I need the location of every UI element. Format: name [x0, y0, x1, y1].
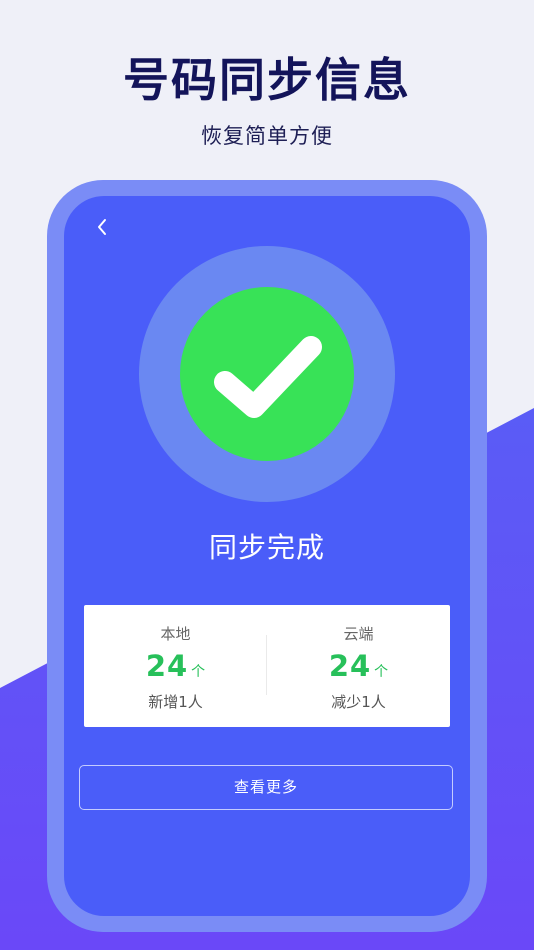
view-more-button[interactable]: 查看更多 — [79, 765, 453, 810]
phone-mockup: 同步完成 本地 24 个 新增1人 云端 24 个 减少1人 查看更多 — [47, 180, 487, 932]
stat-cloud-change: 减少1人 — [331, 693, 386, 711]
check-icon — [214, 336, 322, 418]
stats-card: 本地 24 个 新增1人 云端 24 个 减少1人 — [84, 605, 450, 727]
back-button[interactable] — [90, 216, 114, 242]
stat-cloud-value-row: 24 个 — [267, 649, 450, 683]
stat-local-change: 新增1人 — [148, 693, 203, 711]
stat-local-unit: 个 — [191, 664, 206, 680]
hero-title: 号码同步信息 — [123, 53, 411, 107]
stat-cloud: 云端 24 个 减少1人 — [267, 605, 450, 727]
stat-local-label: 本地 — [160, 625, 191, 643]
phone-screen: 同步完成 本地 24 个 新增1人 云端 24 个 减少1人 查看更多 — [64, 196, 470, 916]
stat-cloud-value: 24 — [328, 649, 372, 683]
stat-cloud-label: 云端 — [343, 625, 374, 643]
stat-local-value: 24 — [145, 649, 189, 683]
chevron-left-icon — [95, 219, 109, 243]
success-circle — [180, 287, 354, 461]
stat-cloud-unit: 个 — [374, 664, 389, 680]
hero-subtitle: 恢复简单方便 — [201, 124, 333, 148]
success-ring — [139, 246, 395, 502]
sync-status-title: 同步完成 — [208, 531, 325, 564]
stat-local: 本地 24 个 新增1人 — [84, 605, 267, 727]
stat-local-value-row: 24 个 — [84, 649, 267, 683]
